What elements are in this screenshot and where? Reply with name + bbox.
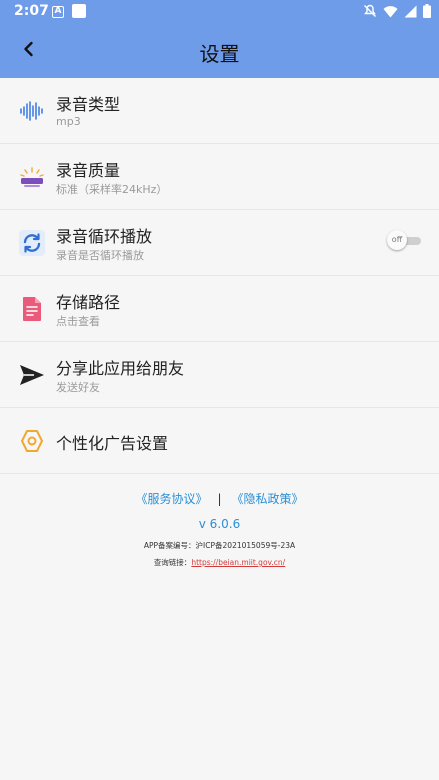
query-row: 查询链接：https://beian.miit.gov.cn/ (0, 557, 439, 568)
setting-title: 个性化广告设置 (56, 434, 169, 453)
icp-record: APP备案编号：沪ICP备2021015059号-23A (143, 541, 296, 550)
mute-icon (363, 4, 377, 18)
status-time: 2:07 (14, 3, 49, 19)
waveform-icon (18, 97, 46, 125)
setting-share-app[interactable]: 分享此应用给朋友 发送好友 (0, 342, 439, 408)
privacy-policy-link[interactable]: 《隐私政策》 (232, 492, 304, 506)
notification-a-icon: A (52, 6, 64, 18)
setting-title: 录音循环播放 (56, 227, 153, 246)
toggle-knob: off (387, 230, 407, 250)
header: 2:07 A 设置 (0, 0, 439, 78)
status-icons (363, 4, 431, 18)
setting-title: 分享此应用给朋友 (56, 359, 185, 378)
footer: 《服务协议》 | 《隐私政策》 v 6.0.6 APP备案编号：沪ICP备20210… (0, 490, 439, 568)
setting-subtitle: 标准（采样率24kHz） (56, 183, 168, 196)
setting-subtitle: mp3 (56, 115, 81, 128)
query-label: 查询链接： (153, 558, 192, 567)
link-separator: | (217, 492, 222, 506)
loop-icon (18, 229, 46, 257)
notification-square-icon (72, 4, 86, 18)
setting-record-type[interactable]: 录音类型 mp3 (0, 78, 439, 144)
document-icon (18, 295, 46, 323)
ad-settings-icon (18, 427, 46, 455)
setting-title: 录音类型 (56, 95, 121, 114)
setting-subtitle: 发送好友 (56, 381, 100, 394)
setting-storage-path[interactable]: 存储路径 点击查看 (0, 276, 439, 342)
page-title: 设置 (199, 42, 240, 66)
app-bar: 设置 (0, 24, 439, 78)
loop-toggle[interactable]: off (387, 230, 421, 250)
query-link[interactable]: https://beian.miit.gov.cn/ (191, 558, 285, 567)
app-version: v 6.0.6 (198, 517, 241, 531)
service-agreement-link[interactable]: 《服务协议》 (135, 492, 207, 506)
setting-record-quality[interactable]: 录音质量 标准（采样率24kHz） (0, 144, 439, 210)
setting-loop-playback[interactable]: 录音循环播放 录音是否循环播放 off (0, 210, 439, 276)
legal-links: 《服务协议》 | 《隐私政策》 (0, 490, 439, 507)
quality-icon (18, 163, 46, 191)
signal-icon (404, 5, 417, 18)
setting-subtitle: 录音是否循环播放 (56, 249, 144, 262)
status-bar: 2:07 A (0, 0, 439, 24)
settings-list: 录音类型 mp3 录音质量 标准（采样率24kHz） 录音循环播放 录音是否循环… (0, 78, 439, 474)
send-icon (18, 361, 46, 389)
setting-title: 存储路径 (56, 293, 121, 312)
setting-personalized-ads[interactable]: 个性化广告设置 (0, 408, 439, 474)
setting-subtitle: 点击查看 (56, 315, 100, 328)
wifi-icon (383, 5, 398, 18)
setting-title: 录音质量 (56, 161, 121, 180)
battery-icon (423, 4, 431, 18)
